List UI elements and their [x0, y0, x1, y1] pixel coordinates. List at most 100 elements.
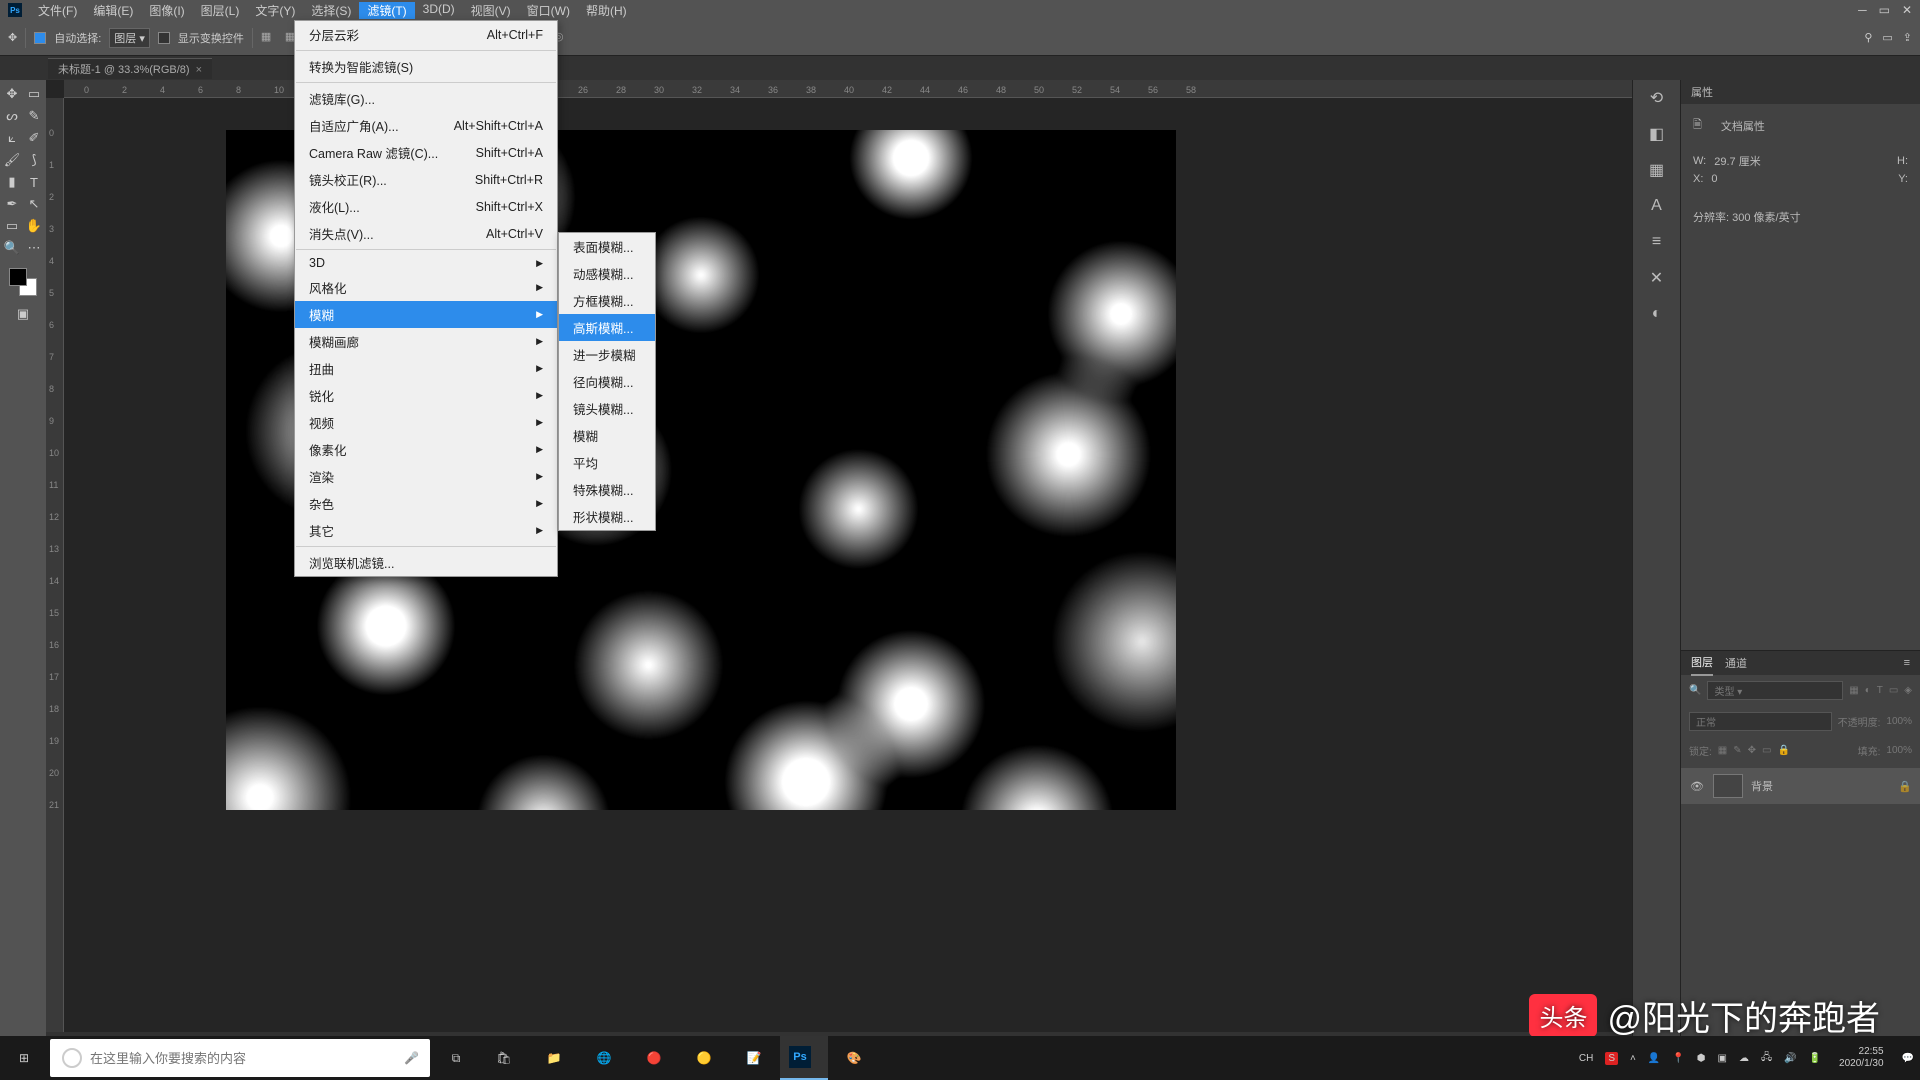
start-button[interactable]: ⊞ — [0, 1036, 48, 1080]
crop-tool[interactable]: ⟀ — [2, 128, 22, 148]
menu-文字(Y)[interactable]: 文字(Y) — [247, 2, 303, 19]
panel-menu-icon[interactable]: ≡ — [1904, 653, 1910, 673]
history-panel-icon[interactable]: ⟲ — [1647, 88, 1667, 108]
explorer-app[interactable]: 📁 — [530, 1036, 578, 1080]
windows-search[interactable]: 🎤 — [50, 1039, 430, 1077]
channels-tab[interactable]: 通道 — [1725, 651, 1747, 675]
notepad-app[interactable]: 📝 — [730, 1036, 778, 1080]
paragraph-panel-icon[interactable]: ≡ — [1647, 232, 1667, 252]
filter-menu-item[interactable]: 滤镜库(G)... — [295, 85, 557, 112]
filter-menu-item[interactable]: 分层云彩Alt+Ctrl+F — [295, 21, 557, 48]
blur-menu-item[interactable]: 形状模糊... — [559, 503, 655, 530]
layer-name[interactable]: 背景 — [1751, 778, 1773, 794]
menu-窗口(W)[interactable]: 窗口(W) — [519, 2, 578, 19]
layer-lock-icon[interactable]: 🔒 — [1898, 780, 1912, 793]
maximize-button[interactable]: ▭ — [1879, 3, 1890, 17]
blur-menu-item[interactable]: 平均 — [559, 449, 655, 476]
menu-滤镜(T)[interactable]: 滤镜(T) — [359, 2, 414, 19]
auto-select-dropdown[interactable]: 图层 ▾ — [109, 28, 150, 48]
task-view-button[interactable]: ⧉ — [432, 1036, 480, 1080]
cloud-icon[interactable]: ☁ — [1739, 1053, 1749, 1064]
menu-编辑(E)[interactable]: 编辑(E) — [85, 2, 141, 19]
libraries-panel-icon[interactable]: ◐ — [1647, 304, 1667, 324]
lasso-tool[interactable]: ᔕ — [2, 106, 22, 126]
filter-icon[interactable]: T — [1877, 685, 1883, 696]
type-tool[interactable]: T — [24, 172, 44, 192]
menu-文件(F)[interactable]: 文件(F) — [30, 2, 85, 19]
menu-视图(V)[interactable]: 视图(V) — [463, 2, 519, 19]
quick-mask-toggle[interactable]: ▣ — [13, 304, 33, 324]
filter-menu-item[interactable]: 扭曲▶ — [295, 355, 557, 382]
filter-search-icon[interactable]: 🔍 — [1689, 685, 1701, 696]
filter-menu-item[interactable]: 浏览联机滤镜... — [295, 549, 557, 576]
menu-3D(D)[interactable]: 3D(D) — [415, 2, 463, 19]
mic-icon[interactable]: 🎤 — [404, 1051, 418, 1065]
lock-icon[interactable]: ▭ — [1762, 745, 1771, 756]
photoshop-app[interactable]: Ps — [780, 1036, 828, 1080]
minimize-button[interactable]: ─ — [1858, 3, 1867, 17]
clock[interactable]: 22:55 2020/1/30 — [1833, 1046, 1890, 1070]
netease-app[interactable]: 🔴 — [630, 1036, 678, 1080]
eyedropper-tool[interactable]: ✐ — [24, 128, 44, 148]
filter-menu-item[interactable]: Camera Raw 滤镜(C)...Shift+Ctrl+A — [295, 139, 557, 166]
filter-menu-item[interactable]: 模糊画廊▶ — [295, 328, 557, 355]
filter-icon[interactable]: ◐ — [1865, 685, 1871, 696]
filter-menu-item[interactable]: 模糊▶ — [295, 301, 557, 328]
notifications-icon[interactable]: 💬 — [1902, 1053, 1914, 1064]
filter-menu-item[interactable]: 其它▶ — [295, 517, 557, 544]
tray-up-icon[interactable]: ˄ — [1630, 1053, 1636, 1064]
foreground-color[interactable] — [9, 268, 27, 286]
fill-value[interactable]: 100% — [1886, 745, 1912, 756]
filter-icon[interactable]: ◈ — [1904, 685, 1912, 696]
search-input[interactable] — [90, 1051, 396, 1066]
zoom-tool[interactable]: 🔍 — [2, 238, 22, 258]
filter-menu-item[interactable]: 转换为智能滤镜(S) — [295, 53, 557, 80]
filter-menu-item[interactable]: 渲染▶ — [295, 463, 557, 490]
blend-mode-dropdown[interactable]: 正常 — [1689, 712, 1832, 731]
menu-图像(I)[interactable]: 图像(I) — [141, 2, 192, 19]
properties-panel-header[interactable]: 属性 — [1681, 80, 1920, 104]
gradient-tool[interactable]: ▮ — [2, 172, 22, 192]
location-icon[interactable]: 📍 — [1672, 1053, 1684, 1064]
blur-menu-item[interactable]: 表面模糊... — [559, 233, 655, 260]
filter-icon[interactable]: ▭ — [1889, 685, 1898, 696]
app-icon[interactable]: 🟡 — [680, 1036, 728, 1080]
layer-filter-dropdown[interactable]: 类型 ▾ — [1707, 681, 1843, 700]
move-tool[interactable]: ✥ — [2, 84, 22, 104]
filter-menu-item[interactable]: 消失点(V)...Alt+Ctrl+V — [295, 220, 557, 247]
close-button[interactable]: ✕ — [1902, 3, 1912, 17]
blur-menu-item[interactable]: 径向模糊... — [559, 368, 655, 395]
filter-menu-item[interactable]: 液化(L)...Shift+Ctrl+X — [295, 193, 557, 220]
filter-menu-item[interactable]: 自适应广角(A)...Alt+Shift+Ctrl+A — [295, 112, 557, 139]
visibility-toggle[interactable]: 👁 — [1689, 780, 1705, 793]
menu-帮助(H)[interactable]: 帮助(H) — [578, 2, 635, 19]
artboard-tool[interactable]: ▭ — [24, 84, 44, 104]
blur-menu-item[interactable]: 模糊 — [559, 422, 655, 449]
ime-indicator[interactable]: CH — [1579, 1053, 1593, 1064]
tray-icon[interactable]: ⬢ — [1697, 1053, 1706, 1064]
move-tool-icon[interactable]: ✥ — [8, 31, 17, 44]
paint-app[interactable]: 🎨 — [830, 1036, 878, 1080]
pen-tool[interactable]: ✒ — [2, 194, 22, 214]
tray-icon[interactable]: ▣ — [1718, 1053, 1727, 1064]
document-tab[interactable]: 未标题-1 @ 33.3%(RGB/8)× — [48, 58, 212, 79]
align-icon[interactable]: ▦ — [261, 30, 277, 46]
path-tool[interactable]: ↖ — [24, 194, 44, 214]
color-panel-icon[interactable]: ◧ — [1647, 124, 1667, 144]
filter-menu-item[interactable]: 锐化▶ — [295, 382, 557, 409]
layer-thumbnail[interactable] — [1713, 774, 1743, 798]
ime-icon[interactable]: S — [1605, 1052, 1618, 1065]
battery-icon[interactable]: 🔋 — [1809, 1053, 1821, 1064]
lock-icon[interactable]: ▦ — [1718, 745, 1727, 756]
network-icon[interactable]: 🖧 — [1761, 1050, 1772, 1067]
show-transform-checkbox[interactable] — [158, 32, 170, 44]
lock-icon[interactable]: ✎ — [1733, 745, 1741, 756]
panel-layout-icon[interactable]: ▭ — [1882, 31, 1892, 44]
hand-tool[interactable]: ✋ — [24, 216, 44, 236]
opacity-value[interactable]: 100% — [1886, 716, 1912, 727]
search-icon[interactable]: ⚲ — [1864, 31, 1872, 44]
close-tab-icon[interactable]: × — [196, 64, 202, 76]
filter-menu-item[interactable]: 风格化▶ — [295, 274, 557, 301]
blur-menu-item[interactable]: 进一步模糊 — [559, 341, 655, 368]
more-tools[interactable]: ⋯ — [24, 238, 44, 258]
